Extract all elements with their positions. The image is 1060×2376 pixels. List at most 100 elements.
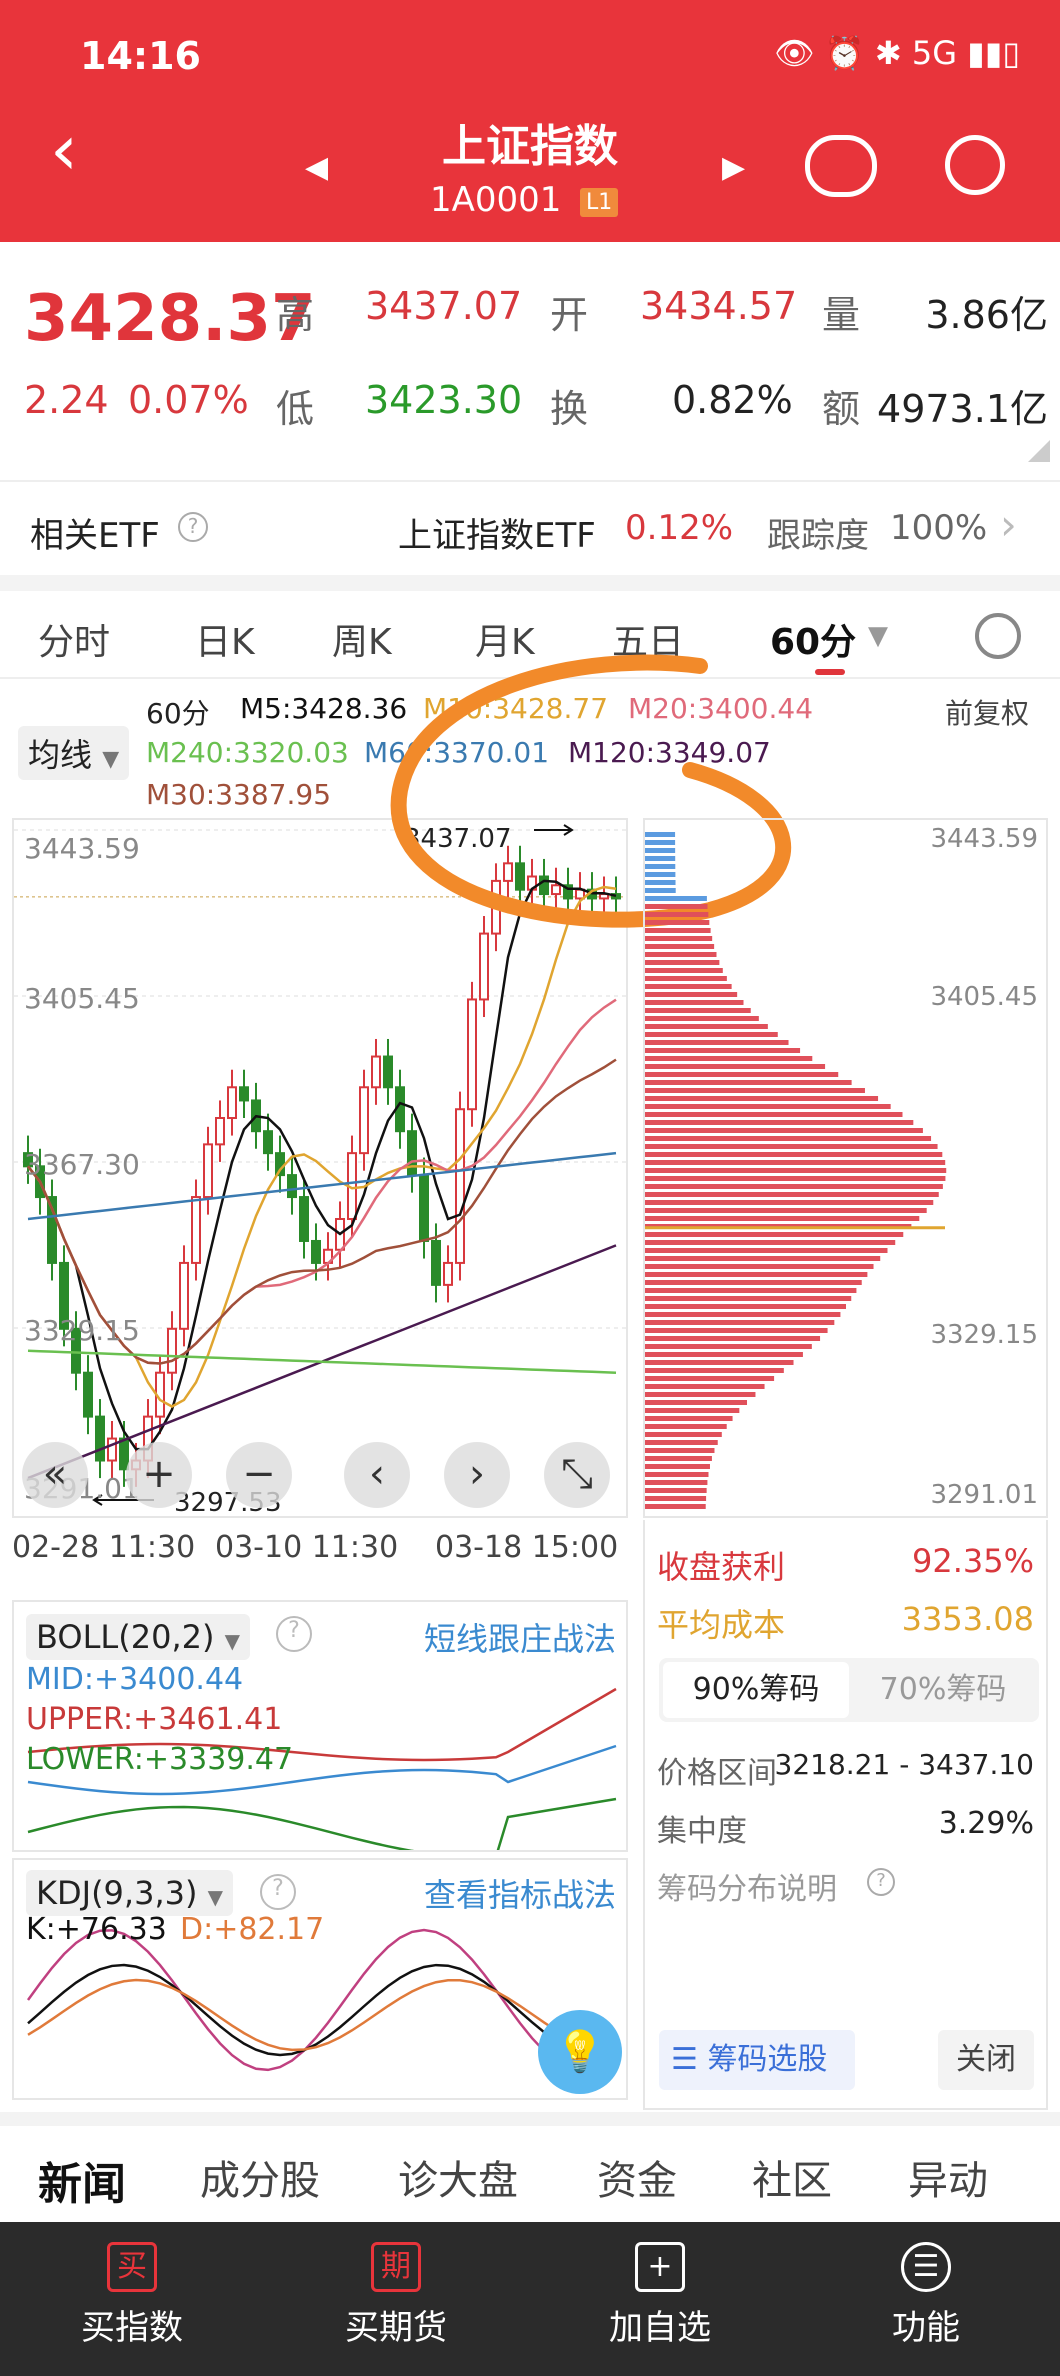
chip-bar [645, 856, 676, 861]
chip-bar [645, 1032, 778, 1037]
chip-bar [645, 1264, 874, 1269]
kdj-selector[interactable]: KDJ(9,3,3) ▼ [26, 1870, 234, 1916]
candle [215, 1117, 225, 1146]
chip-bar [645, 1088, 865, 1093]
high-value: 3437.07 [365, 284, 523, 328]
fullscreen-icon[interactable]: ⤡ [544, 1442, 610, 1508]
scroll-left-icon[interactable]: ‹ [344, 1442, 410, 1508]
chip-bar [645, 1120, 914, 1125]
chip-bar [645, 1160, 946, 1165]
help-icon[interactable]: ? [260, 1874, 296, 1910]
boll-selector[interactable]: BOLL(20,2) ▼ [26, 1614, 251, 1660]
boll-strategy-link[interactable]: 短线跟庄战法 [424, 1614, 616, 1660]
bottom-tabs [0, 2112, 1060, 2222]
chip-y-label: 3291.01 [930, 1480, 1038, 1510]
chip-bar [645, 1136, 932, 1141]
chip-bar [645, 1368, 784, 1373]
tab-diagnosis[interactable]: 诊大盘 [398, 2148, 518, 2206]
kdj-k: K:+76.33 [26, 1912, 167, 1947]
ma-selector[interactable]: 均线 ▼ [18, 726, 130, 780]
chip-bar [645, 992, 738, 997]
tab-70-chips[interactable]: 70%筹码 [853, 1662, 1033, 1718]
boll-lower: LOWER:+3339.47 [26, 1742, 294, 1777]
range-label: 价格区间 [657, 1756, 777, 1791]
nav-functions[interactable]: ☰ 功能 [826, 2242, 1026, 2349]
chip-bar [645, 1008, 751, 1013]
chip-bar [645, 1232, 904, 1237]
chip-bar [645, 1024, 768, 1029]
zoom-in-icon[interactable]: + [126, 1442, 192, 1508]
scroll-right-icon[interactable]: › [444, 1442, 510, 1508]
help-icon[interactable]: ? [276, 1616, 312, 1652]
nav-label: 加自选 [609, 2308, 711, 2348]
chip-bar [645, 1344, 812, 1349]
chip-bar [645, 832, 676, 837]
cost-label: 平均成本 [657, 1606, 786, 1644]
low-value: 3423.30 [365, 378, 523, 422]
amount-label: 额 [822, 387, 861, 431]
zoom-out-icon[interactable]: − [226, 1442, 292, 1508]
etf-name: 上证指数ETF [398, 516, 596, 556]
dropdown-icon[interactable]: ▼ [868, 621, 888, 651]
chip-bar [645, 1440, 718, 1445]
adjust-selector[interactable]: 前复权 [945, 692, 1029, 732]
tab-constituents[interactable]: 成分股 [200, 2148, 320, 2206]
nav-label: 买期货 [345, 2308, 447, 2348]
chip-bar [645, 888, 676, 893]
help-icon[interactable]: ? [867, 1868, 895, 1896]
search-icon[interactable] [945, 135, 1005, 195]
chip-bar [645, 1488, 707, 1493]
candle [311, 1239, 321, 1264]
chip-bar [645, 1056, 813, 1061]
chip-bar [645, 936, 713, 941]
close-button[interactable]: 关闭 [938, 2030, 1034, 2090]
range-value: 3218.21 - 3437.10 [774, 1748, 1034, 1781]
tab-movements[interactable]: 异动 [908, 2148, 988, 2206]
tab-community[interactable]: 社区 [752, 2148, 832, 2206]
help-icon[interactable]: ? [178, 512, 208, 542]
tab-funds[interactable]: 资金 [597, 2148, 677, 2206]
tab-day[interactable]: 日K [195, 613, 255, 665]
settings-icon[interactable] [975, 613, 1021, 659]
chip-bar [645, 960, 720, 965]
chip-toggle: 90%筹码 70%筹码 [659, 1658, 1039, 1722]
chip-bar [645, 1200, 934, 1205]
expand-corner-icon[interactable] [1028, 440, 1050, 462]
robot-icon[interactable] [805, 135, 877, 197]
candle [371, 1055, 381, 1089]
etf-label: 相关ETF [30, 516, 160, 556]
nav-add-watchlist[interactable]: + 加自选 [560, 2242, 760, 2349]
tab-timeshare[interactable]: 分时 [38, 613, 110, 665]
nav-buy-index[interactable]: 买买指数 [32, 2242, 232, 2349]
chip-bar [645, 840, 676, 845]
etf-row[interactable]: 相关ETF ? 上证指数ETF 0.12% 跟踪度 100% › [0, 480, 1060, 575]
chip-bar [645, 1248, 888, 1253]
chip-bar [645, 1040, 789, 1045]
chip-y-label: 3405.45 [930, 982, 1038, 1012]
open-label: 开 [550, 293, 589, 337]
plus-icon: + [635, 2242, 685, 2292]
kdj-d: D:+82.17 [180, 1912, 325, 1947]
stock-code: 1A0001 [430, 180, 562, 220]
last-price: 3428.37 [24, 282, 316, 356]
high-label: 高 [276, 293, 315, 337]
candle [455, 1108, 465, 1264]
tab-news[interactable]: 新闻 [38, 2148, 126, 2212]
nav-label: 功能 [892, 2308, 960, 2348]
level-badge: L1 [580, 188, 619, 217]
chip-select-button[interactable]: ☰ 筹码选股 [659, 2030, 855, 2090]
rewind-icon[interactable]: « [22, 1442, 88, 1508]
tab-90-chips[interactable]: 90%筹码 [663, 1662, 849, 1718]
chip-bar [645, 1096, 879, 1101]
kdj-strategy-link[interactable]: 查看指标战法 [424, 1870, 616, 1916]
divider [0, 575, 1060, 591]
chip-bar [645, 848, 676, 853]
chip-explain-link[interactable]: 筹码分布说明 [657, 1864, 837, 1908]
chip-bar [645, 1392, 756, 1397]
chip-y-label: 3443.59 [930, 824, 1038, 854]
nav-buy-futures[interactable]: 期买期货 [296, 2242, 496, 2349]
chip-bar [645, 1048, 801, 1053]
ma-line-m20 [27, 998, 617, 1365]
chip-bar [645, 1448, 715, 1453]
lightbulb-icon[interactable]: 💡 [538, 2010, 622, 2094]
